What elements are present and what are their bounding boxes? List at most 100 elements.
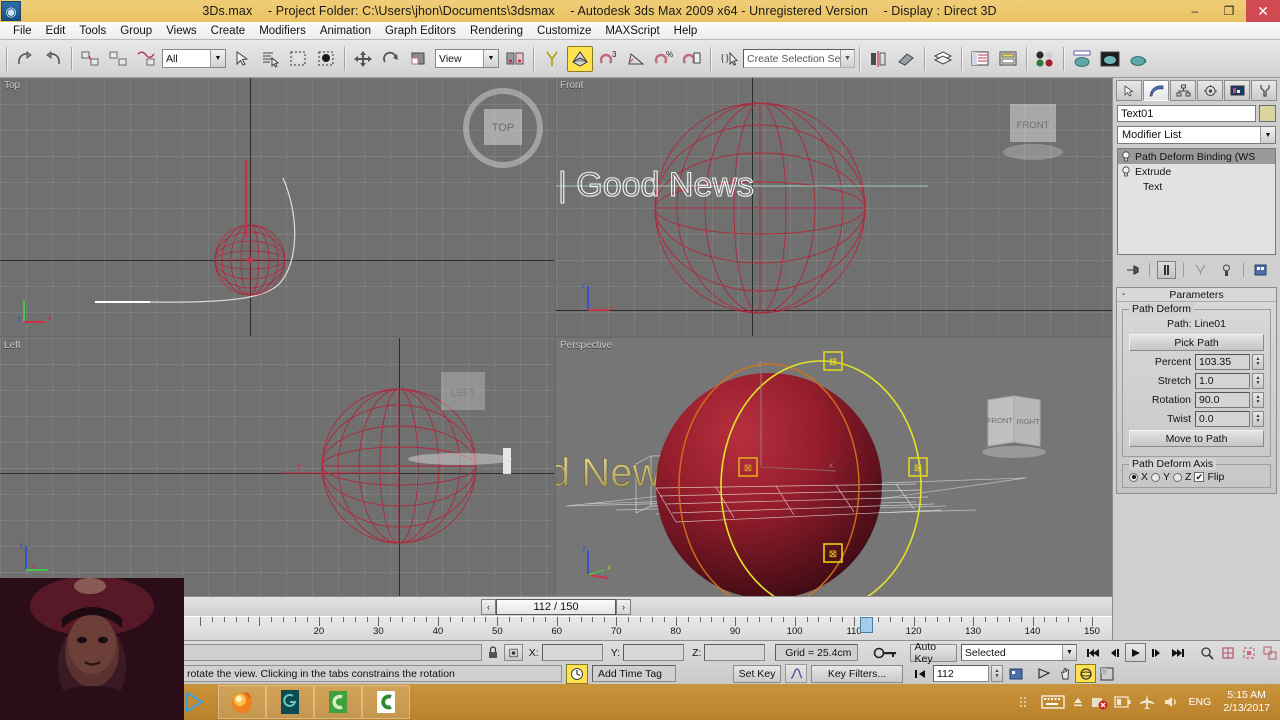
select-object-icon[interactable] [229, 46, 255, 72]
3dsmax-taskbar-icon[interactable] [266, 685, 314, 719]
stretch-spinner[interactable]: ▲ ▼ [1252, 373, 1264, 389]
select-region-icon[interactable] [285, 46, 311, 72]
camtasia-icon[interactable] [314, 685, 362, 719]
mirror-icon[interactable] [865, 46, 891, 72]
window-crossing-icon[interactable] [313, 46, 339, 72]
chevron-down-icon[interactable]: ▼ [210, 50, 225, 67]
configure-sets-icon[interactable] [1251, 261, 1270, 279]
percent-spinner[interactable]: ▲ ▼ [1252, 354, 1264, 370]
viewport-front[interactable]: | Good News FRONT z x Front [556, 78, 1112, 336]
zoom-icon[interactable] [1196, 643, 1217, 662]
pan-icon[interactable] [1054, 664, 1075, 683]
collapse-icon[interactable]: - [1122, 289, 1125, 300]
time-slider-handle[interactable] [860, 617, 874, 633]
select-by-name-icon[interactable] [257, 46, 283, 72]
select-and-manipulate-icon[interactable] [539, 46, 565, 72]
airplane-mode-icon[interactable] [1135, 684, 1159, 720]
light-bulb-icon[interactable] [1120, 166, 1131, 178]
battery-icon[interactable] [1111, 684, 1135, 720]
modifier-stack-item[interactable]: Path Deform Binding (WS [1118, 149, 1275, 164]
field-of-view-icon[interactable] [1033, 664, 1054, 683]
render-frame-window-icon[interactable] [1097, 46, 1123, 72]
menu-create[interactable]: Create [204, 24, 253, 38]
chevron-down-icon[interactable]: ▼ [840, 50, 854, 67]
utilities-tab-icon[interactable] [1251, 80, 1277, 101]
redo-icon[interactable] [40, 46, 66, 72]
close-button[interactable]: ✕ [1246, 0, 1280, 22]
select-link-icon[interactable] [77, 46, 103, 72]
axis-x-radio[interactable] [1129, 472, 1138, 482]
key-filter-selected[interactable]: Selected ▼ [960, 644, 1077, 661]
set-key-button[interactable]: Set Key [733, 664, 781, 683]
network-error-icon[interactable] [1087, 684, 1111, 720]
modifier-stack-item[interactable]: Text [1118, 179, 1275, 194]
set-key-filter-icon[interactable] [785, 664, 807, 683]
align-icon[interactable] [893, 46, 919, 72]
spinner-snap-icon[interactable] [679, 46, 705, 72]
viewcube-left[interactable]: LEFT [425, 356, 505, 436]
menu-group[interactable]: Group [113, 24, 159, 38]
curve-editor-icon[interactable] [967, 46, 993, 72]
angle-snap-icon[interactable] [623, 46, 649, 72]
motion-tab-icon[interactable] [1197, 80, 1223, 101]
viewcube-perspective[interactable]: FRONT RIGHT [964, 390, 1064, 460]
twist-spinner[interactable]: ▲ ▼ [1252, 411, 1264, 427]
menu-file[interactable]: File [6, 24, 39, 38]
next-frame-icon[interactable] [1146, 643, 1167, 662]
axis-z-radio[interactable] [1173, 472, 1183, 482]
select-scale-icon[interactable] [406, 46, 432, 72]
current-frame-input[interactable]: 112 [933, 665, 989, 682]
add-time-tag-button[interactable]: Add Time Tag [592, 665, 676, 682]
coord-y-input[interactable] [623, 644, 685, 661]
pick-path-button[interactable]: Pick Path [1129, 334, 1264, 351]
maximize-button[interactable]: ❐ [1212, 0, 1246, 22]
create-tab-icon[interactable] [1116, 80, 1142, 101]
percent-snap-icon[interactable]: % [651, 46, 677, 72]
render-setup-icon[interactable] [1069, 46, 1095, 72]
rotation-input[interactable]: 90.0 [1195, 392, 1250, 408]
unlink-icon[interactable] [105, 46, 131, 72]
previous-frame-icon[interactable] [1104, 643, 1125, 662]
menu-help[interactable]: Help [667, 24, 705, 38]
maximize-viewport-icon[interactable] [1096, 664, 1117, 683]
key-mode-icon[interactable] [1006, 664, 1027, 683]
lock-selection-icon[interactable] [486, 644, 500, 661]
show-hidden-icons-icon[interactable] [1013, 684, 1037, 720]
track-bar[interactable]: 20 30 40 50 60 70 80 90 100 110 120 130 140 150 [180, 616, 1112, 640]
key-mode-toggle-2-icon[interactable] [911, 664, 931, 683]
coord-z-input[interactable] [704, 644, 766, 661]
clock[interactable]: 5:15 AM 2/13/2017 [1217, 689, 1276, 715]
viewport-perspective[interactable]: d News ⊠ ⊠ ⊠ ⊠ z x FRONT RIGHT z x Persp… [556, 338, 1112, 596]
go-to-end-icon[interactable] [1167, 643, 1188, 662]
go-to-start-icon[interactable] [1083, 643, 1104, 662]
volume-icon[interactable] [1159, 684, 1183, 720]
touch-keyboard-icon[interactable] [1037, 684, 1069, 720]
frame-readout[interactable]: 112 / 150 [496, 598, 616, 615]
zoom-region-icon[interactable] [1259, 643, 1280, 662]
display-tab-icon[interactable] [1224, 80, 1250, 101]
key-filters-button[interactable]: Key Filters... [811, 664, 903, 683]
viewport-left[interactable]: y LEFT z x Left [0, 338, 554, 596]
viewcube-front[interactable]: FRONT [988, 82, 1078, 172]
modify-tab-icon[interactable] [1143, 80, 1169, 101]
menu-maxscript[interactable]: MAXScript [598, 24, 666, 38]
selection-filter-combo[interactable]: All ▼ [162, 49, 226, 68]
material-editor-icon[interactable] [1032, 46, 1058, 72]
modifier-stack[interactable]: Path Deform Binding (WS Extrude Text [1117, 148, 1276, 255]
previous-frame-button[interactable]: ‹ [481, 598, 496, 615]
modifier-stack-item[interactable]: Extrude [1118, 164, 1275, 179]
stretch-input[interactable]: 1.0 [1195, 373, 1250, 389]
play-animation-icon[interactable] [1125, 643, 1146, 662]
move-to-path-button[interactable]: Move to Path [1129, 430, 1264, 447]
remove-modifier-icon[interactable] [1217, 261, 1236, 279]
menu-graph-editors[interactable]: Graph Editors [378, 24, 463, 38]
show-end-result-icon[interactable] [1156, 261, 1176, 279]
schematic-view-icon[interactable] [995, 46, 1021, 72]
modifier-list-dropdown[interactable]: Modifier List ▼ [1117, 126, 1276, 144]
select-move-icon[interactable] [350, 46, 376, 72]
parameters-rollout-header[interactable]: - Parameters [1117, 288, 1276, 302]
rotation-spinner[interactable]: ▲ ▼ [1252, 392, 1264, 408]
safely-remove-icon[interactable] [1069, 684, 1087, 720]
menu-modifiers[interactable]: Modifiers [252, 24, 313, 38]
camtasia-editor-icon[interactable] [362, 685, 410, 719]
